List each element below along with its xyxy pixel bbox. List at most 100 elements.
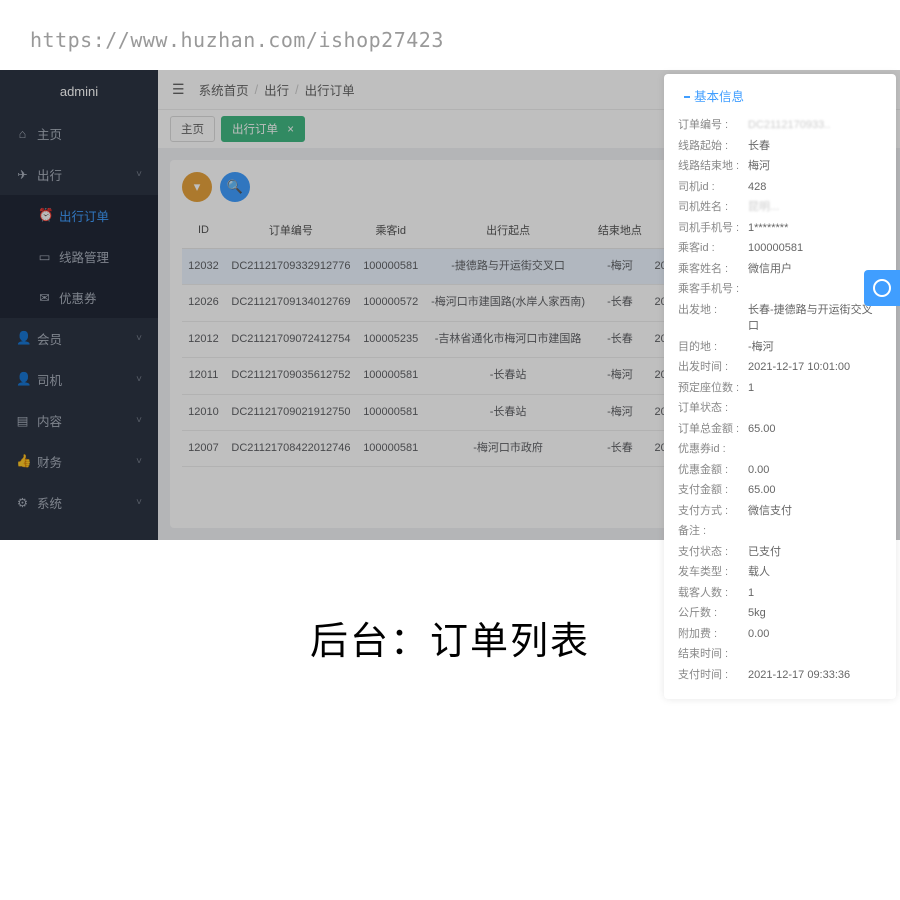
detail-value: 长春	[748, 138, 882, 155]
detail-value: 5kg	[748, 605, 882, 622]
sidebar-label: 系统	[37, 493, 62, 512]
sidebar-label: 出行	[37, 165, 62, 184]
detail-row: 支付时间 :2021-12-17 09:33:36	[678, 665, 882, 686]
detail-row: 乘客手机号 :	[678, 279, 882, 300]
detail-row: 支付金额 :65.00	[678, 480, 882, 501]
detail-row: 出发地 :长春-捷德路与开运街交叉口	[678, 300, 882, 337]
detail-value	[748, 523, 882, 540]
menu-icon: 👤	[16, 372, 29, 387]
cell-order: DC21121708422012746	[225, 430, 357, 466]
sidebar-label: 优惠券	[59, 288, 97, 307]
sidebar-label: 会员	[37, 329, 62, 348]
settings-float-button[interactable]	[864, 270, 900, 306]
detail-row: 司机id :428	[678, 177, 882, 198]
sidebar-item-3[interactable]: ▭ 线路管理	[0, 236, 158, 277]
cell-end: -长春	[592, 430, 648, 466]
sidebar-item-5[interactable]: 👤 会员 ˅	[0, 318, 158, 359]
gear-icon	[873, 279, 891, 297]
col-header: 乘客id	[357, 212, 425, 249]
detail-value: 微信支付	[748, 503, 882, 520]
detail-value: 100000581	[748, 240, 882, 257]
sidebar-item-9[interactable]: ⚙系统˅	[0, 482, 158, 523]
detail-key: 乘客id :	[678, 240, 748, 257]
sidebar-item-1[interactable]: ✈ 出行 ˅	[0, 154, 158, 195]
crumb-1[interactable]: 出行	[264, 80, 289, 99]
detail-value: -梅河	[748, 339, 882, 356]
sidebar-label: 线路管理	[59, 247, 109, 266]
sidebar-label: 主页	[37, 124, 62, 143]
detail-row: 司机手机号 :1********	[678, 218, 882, 239]
hamburger-icon[interactable]: ☰	[172, 81, 185, 98]
detail-row: 优惠金额 :0.00	[678, 460, 882, 481]
detail-value: DC2112170933..	[748, 117, 882, 134]
close-icon[interactable]: ×	[287, 124, 294, 136]
detail-row: 载客人数 :1	[678, 583, 882, 604]
detail-value: 1	[748, 585, 882, 602]
detail-key: 优惠金额 :	[678, 462, 748, 479]
sidebar-item-6[interactable]: 👤司机˅	[0, 359, 158, 400]
detail-value: 1	[748, 380, 882, 397]
detail-value: 梅河	[748, 158, 882, 175]
col-header: 出行起点	[425, 212, 592, 249]
search-button[interactable]: 🔍	[220, 172, 250, 202]
detail-value: 0.00	[748, 462, 882, 479]
chevron-icon: ˅	[136, 333, 142, 344]
sidebar-item-0[interactable]: ⌂主页	[0, 113, 158, 154]
cell-start: -梅河口市建国路(水岸人家西南)	[425, 285, 592, 321]
detail-key: 备注 :	[678, 523, 748, 540]
cell-passenger: 100000581	[357, 358, 425, 394]
chevron-icon: ˅	[136, 456, 142, 467]
detail-key: 乘客姓名 :	[678, 261, 748, 278]
cell-id: 12032	[182, 249, 225, 285]
menu-icon: ✈	[16, 167, 29, 182]
filter-button[interactable]: ▾	[182, 172, 212, 202]
cell-start: -长春站	[425, 358, 592, 394]
detail-value	[748, 400, 882, 417]
menu-icon: 👍	[16, 454, 29, 469]
panel-title: 基本信息	[678, 86, 882, 105]
tab-home[interactable]: 主页	[170, 116, 215, 142]
detail-value: 微信用户	[748, 261, 882, 278]
detail-value	[748, 441, 882, 458]
col-header: ID	[182, 212, 225, 249]
cell-id: 12010	[182, 394, 225, 430]
detail-key: 目的地 :	[678, 339, 748, 356]
sidebar-item-8[interactable]: 👍财务˅	[0, 441, 158, 482]
sidebar-label: 出行订单	[59, 206, 109, 225]
detail-key: 司机id :	[678, 179, 748, 196]
detail-key: 司机手机号 :	[678, 220, 748, 237]
cell-id: 12011	[182, 358, 225, 394]
chevron-icon: ˅	[136, 497, 142, 508]
cell-order: DC21121709035612752	[225, 358, 357, 394]
detail-row: 乘客姓名 :微信用户	[678, 259, 882, 280]
sidebar-item-7[interactable]: ▤内容˅	[0, 400, 158, 441]
detail-row: 司机姓名 :昆明...	[678, 197, 882, 218]
col-header: 结束地点	[592, 212, 648, 249]
detail-value: 0.00	[748, 626, 882, 643]
menu-icon: 👤	[16, 331, 29, 346]
crumb-2[interactable]: 出行订单	[305, 80, 355, 99]
watermark-text: https://www.huzhan.com/ishop27423	[0, 0, 900, 70]
crumb-0[interactable]: 系统首页	[199, 80, 249, 99]
cell-order: DC21121709021912750	[225, 394, 357, 430]
menu-icon: ▭	[38, 249, 51, 264]
chevron-icon: ˅	[136, 169, 142, 180]
detail-key: 支付金额 :	[678, 482, 748, 499]
tab-active[interactable]: 出行订单 ×	[221, 116, 305, 142]
cell-id: 12007	[182, 430, 225, 466]
detail-row: 出发时间 :2021-12-17 10:01:00	[678, 357, 882, 378]
detail-key: 订单状态 :	[678, 400, 748, 417]
detail-key: 优惠券id :	[678, 441, 748, 458]
detail-value: 428	[748, 179, 882, 196]
sidebar-item-4[interactable]: ✉优惠券	[0, 277, 158, 318]
detail-key: 乘客手机号 :	[678, 281, 748, 298]
sidebar-item-2[interactable]: ⏰ 出行订单	[0, 195, 158, 236]
detail-row: 线路结束地 :梅河	[678, 156, 882, 177]
cell-end: -梅河	[592, 249, 648, 285]
detail-value: 载人	[748, 564, 882, 581]
detail-key: 线路结束地 :	[678, 158, 748, 175]
detail-row: 支付状态 :已支付	[678, 542, 882, 563]
detail-key: 出发地 :	[678, 302, 748, 335]
menu-icon: ⏰	[38, 208, 51, 223]
detail-value: 2021-12-17 10:01:00	[748, 359, 882, 376]
